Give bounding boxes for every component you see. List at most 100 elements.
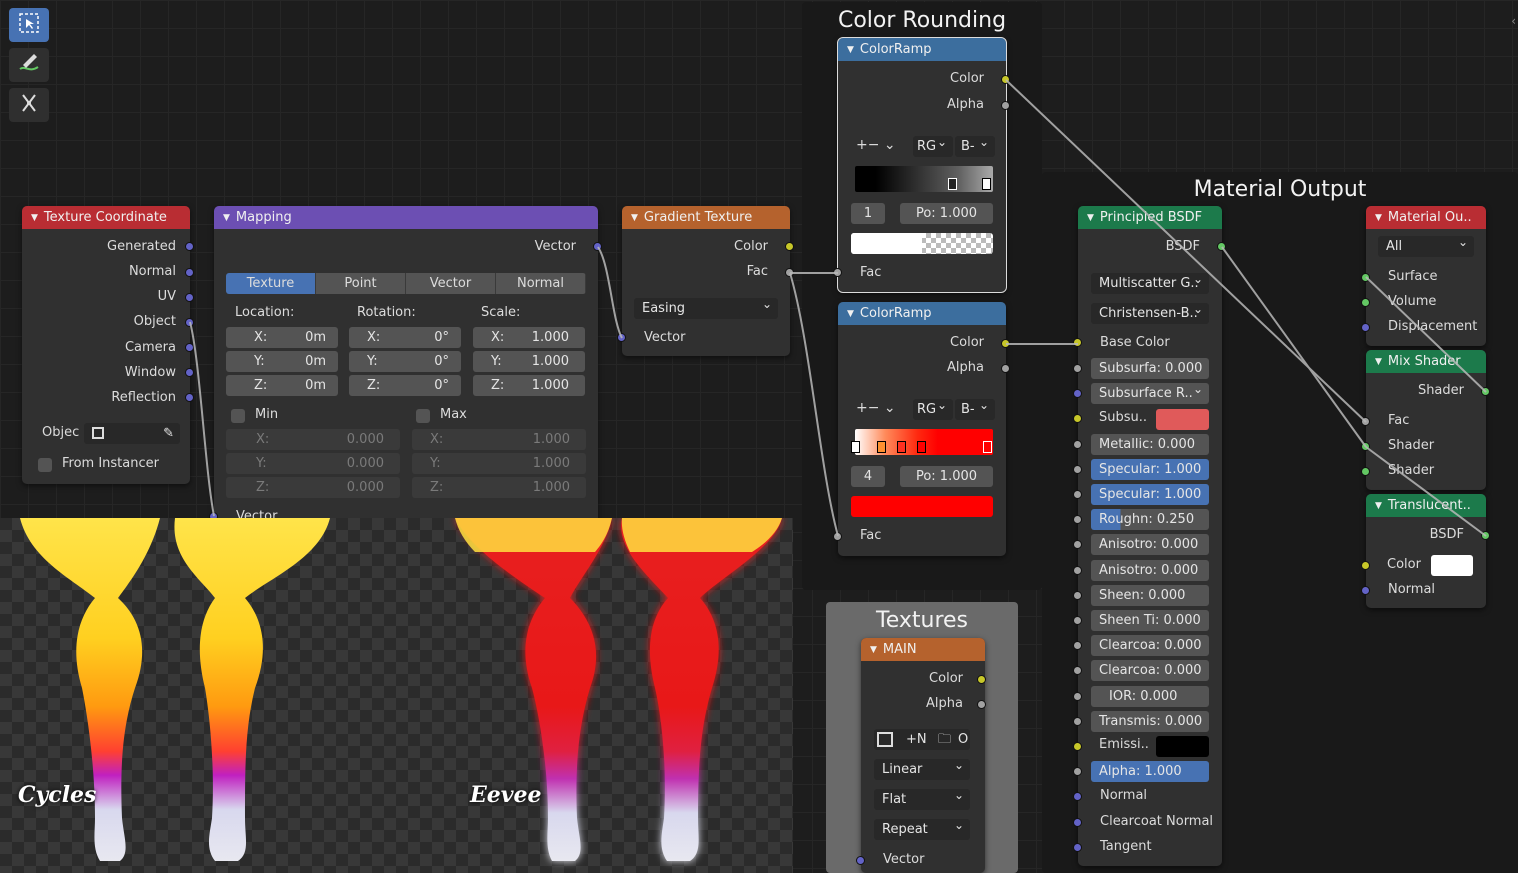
image-browser[interactable]: +N 🗀 O (874, 729, 970, 750)
ramp-stop[interactable] (983, 441, 992, 453)
socket-ramp1-color[interactable] (1001, 75, 1010, 84)
node-header[interactable]: ▼ ColorRamp (838, 302, 1006, 325)
socket-mapping-vector-out[interactable] (593, 242, 602, 251)
collapse-icon[interactable]: ▼ (870, 639, 877, 661)
add-remove-stop-button[interactable]: +− ⌄ (856, 400, 896, 416)
socket-specular-tint[interactable] (1073, 490, 1082, 499)
node-header[interactable]: ▼ Principled BSDF (1078, 206, 1222, 229)
gradient-type-dropdown[interactable]: Easing (634, 298, 778, 319)
open-folder-icon[interactable]: 🗀 (938, 729, 951, 750)
location-y[interactable]: Y: 0m (226, 351, 338, 372)
emission-color-swatch[interactable] (1156, 736, 1209, 757)
color-mode-dropdown[interactable]: RG (913, 136, 953, 157)
collapse-icon[interactable]: ▼ (1375, 351, 1382, 373)
stop-color-swatch[interactable] (851, 233, 993, 254)
stop-color-swatch[interactable] (851, 496, 993, 517)
socket-translucent-out[interactable] (1481, 531, 1490, 540)
interpolation-dropdown[interactable]: B- (955, 136, 995, 157)
translucent-color-swatch[interactable] (1431, 555, 1473, 576)
color-ramp-gradient[interactable] (851, 429, 993, 455)
socket-translucent-color[interactable] (1361, 561, 1370, 570)
collapse-sidebar-icon[interactable]: ‹ (1511, 14, 1516, 28)
ramp-stop[interactable] (877, 441, 886, 453)
roughness-field[interactable]: Roughn: 0.250 (1091, 509, 1209, 530)
object-field[interactable]: ✎ (84, 423, 180, 444)
socket-volume[interactable] (1361, 298, 1370, 307)
subsurface-method-dropdown[interactable]: Christensen-B.. (1091, 303, 1209, 324)
socket-roughness[interactable] (1073, 515, 1082, 524)
rotation-y[interactable]: Y: 0° (349, 351, 461, 372)
socket-gradient-fac[interactable] (785, 268, 794, 277)
socket-window[interactable] (185, 368, 194, 377)
socket-uv[interactable] (185, 293, 194, 302)
socket-mix-shader-2[interactable] (1361, 467, 1370, 476)
socket-sheen-tint[interactable] (1073, 616, 1082, 625)
ior-field[interactable]: IOR: 0.000 (1091, 686, 1209, 707)
node-header[interactable]: ▼ Material Ou.. (1366, 206, 1486, 229)
collapse-icon[interactable]: ▼ (1087, 207, 1094, 229)
node-gradient-texture[interactable]: ▼ Gradient Texture Color Fac Easing Vecto… (622, 206, 790, 356)
open-image-button[interactable]: O (958, 729, 968, 750)
location-x[interactable]: X: 0m (226, 327, 338, 348)
node-mix-shader[interactable]: ▼ Mix Shader Shader Fac Shader Shader (1366, 350, 1486, 490)
ramp-stop[interactable] (948, 178, 957, 190)
socket-mix-shader-1[interactable] (1361, 442, 1370, 451)
socket-image-vector[interactable] (856, 856, 865, 865)
specular-field[interactable]: Specular: 1.000 (1091, 459, 1209, 480)
scale-y[interactable]: Y: 1.000 (473, 351, 585, 372)
type-vector[interactable]: Vector (406, 273, 496, 294)
type-normal[interactable]: Normal (496, 273, 586, 294)
collapse-icon[interactable]: ▼ (223, 207, 230, 229)
node-header[interactable]: ▼ Gradient Texture (622, 206, 790, 229)
stop-position[interactable]: Po: 1.000 (900, 466, 993, 487)
socket-transmission[interactable] (1073, 717, 1082, 726)
collapse-icon[interactable]: ▼ (847, 303, 854, 325)
socket-object[interactable] (185, 318, 194, 327)
node-image-texture[interactable]: ▼ MAIN Color Alpha +N 🗀 O Linear Flat Rep… (861, 638, 985, 873)
socket-base-color[interactable] (1073, 338, 1082, 347)
socket-gradient-color[interactable] (785, 242, 794, 251)
socket-specular[interactable] (1073, 465, 1082, 474)
socket-tangent[interactable] (1073, 843, 1082, 852)
socket-ior[interactable] (1073, 692, 1082, 701)
socket-ramp2-color[interactable] (1001, 339, 1010, 348)
alpha-field[interactable]: Alpha: 1.000 (1091, 761, 1209, 782)
socket-ramp2-fac[interactable] (833, 532, 842, 541)
socket-generated[interactable] (185, 242, 194, 251)
scale-z[interactable]: Z: 1.000 (473, 375, 585, 396)
sheen-tint-field[interactable]: Sheen Ti: 0.000 (1091, 610, 1209, 631)
socket-gradient-vector[interactable] (617, 333, 626, 342)
stop-index[interactable]: 1 (851, 203, 885, 224)
color-mode-dropdown[interactable]: RG (913, 399, 953, 420)
ramp-stop[interactable] (982, 178, 991, 190)
socket-subsurface[interactable] (1073, 364, 1082, 373)
node-header[interactable]: ▼ Translucent.. (1366, 494, 1486, 517)
socket-mix-fac[interactable] (1361, 417, 1370, 426)
socket-displacement[interactable] (1361, 323, 1370, 332)
specular-tint-field[interactable]: Specular: 1.000 (1091, 484, 1209, 505)
socket-image-alpha[interactable] (977, 700, 986, 709)
socket-subsurface-color[interactable] (1073, 414, 1082, 423)
socket-metallic[interactable] (1073, 440, 1082, 449)
interpolation-dropdown[interactable]: B- (955, 399, 995, 420)
socket-anisotropic-rotation[interactable] (1073, 566, 1082, 575)
mapping-type-selector[interactable]: Texture Point Vector Normal (226, 273, 586, 294)
node-principled-bsdf[interactable]: ▼ Principled BSDF BSDF Multiscatter G.. C… (1078, 206, 1222, 866)
clearcoat-roughness-field[interactable]: Clearcoa: 0.000 (1091, 660, 1209, 681)
socket-subsurface-radius[interactable] (1073, 389, 1082, 398)
node-colorramp-2[interactable]: ▼ ColorRamp Color Alpha +− ⌄ RG B- 4 Po: … (838, 302, 1006, 556)
transmission-field[interactable]: Transmis: 0.000 (1091, 711, 1209, 732)
location-z[interactable]: Z: 0m (226, 375, 338, 396)
target-dropdown[interactable]: All (1378, 236, 1474, 257)
socket-camera[interactable] (185, 343, 194, 352)
node-header[interactable]: ▼ Mapping (214, 206, 598, 229)
socket-ramp1-alpha[interactable] (1001, 101, 1010, 110)
projection-dropdown[interactable]: Flat (874, 789, 970, 810)
sheen-field[interactable]: Sheen: 0.000 (1091, 585, 1209, 606)
rotation-x[interactable]: X: 0° (349, 327, 461, 348)
ramp-stop[interactable] (917, 441, 926, 453)
collapse-icon[interactable]: ▼ (31, 207, 38, 229)
socket-clearcoat[interactable] (1073, 641, 1082, 650)
socket-translucent-normal[interactable] (1361, 586, 1370, 595)
new-image-button[interactable]: +N (906, 729, 927, 750)
